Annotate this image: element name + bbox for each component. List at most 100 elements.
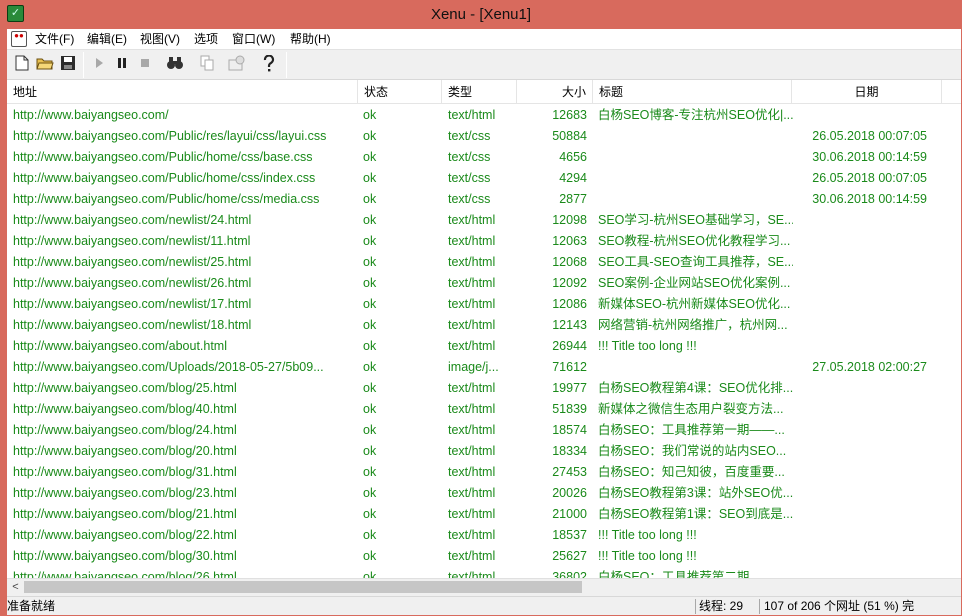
cell-status: ok	[363, 570, 377, 578]
title-bar[interactable]: ✓ Xenu - [Xenu1]	[0, 0, 962, 29]
table-row[interactable]: http://www.baiyangseo.com/newlist/17.htm…	[7, 294, 961, 315]
cell-date	[797, 525, 927, 546]
menu-view[interactable]: 视图(V)	[138, 29, 182, 50]
cell-type: text/html	[448, 486, 496, 500]
pause-icon[interactable]	[112, 55, 132, 75]
cell-title	[598, 126, 793, 147]
menu-edit[interactable]: 编辑(E)	[85, 29, 129, 50]
table-row[interactable]: http://www.baiyangseo.com/blog/25.html ok…	[7, 378, 961, 399]
column-header-filler	[942, 80, 961, 104]
cell-date: 30.06.2018 00:14:59	[812, 192, 927, 206]
cell-size: 26944	[552, 339, 587, 353]
table-row[interactable]: http://www.baiyangseo.com/about.html ok te…	[7, 336, 961, 357]
table-row[interactable]: http://www.baiyangseo.com/Public/res/lay…	[7, 126, 961, 147]
cell-status: ok	[363, 381, 377, 395]
cell-status: ok	[363, 255, 377, 269]
help-question-icon[interactable]	[259, 54, 279, 75]
cell-url: http://www.baiyangseo.com/newlist/25.htm…	[13, 255, 252, 269]
cell-title: !!! Title too long !!!	[598, 528, 697, 542]
cell-title	[598, 189, 793, 210]
cell-type: text/html	[448, 297, 496, 311]
cell-size: 36802	[552, 570, 587, 578]
status-divider	[695, 599, 696, 614]
cell-status: ok	[363, 360, 377, 374]
cell-date	[797, 462, 927, 483]
toolbar	[7, 50, 961, 80]
table-row[interactable]: http://www.baiyangseo.com/Public/home/cs…	[7, 189, 961, 210]
cell-title	[598, 357, 793, 378]
results-table: 地址 状态 类型 大小 标题 日期 http://www.baiyangseo.…	[7, 80, 961, 578]
cell-type: text/css	[448, 171, 491, 185]
table-row[interactable]: http://www.baiyangseo.com/blog/21.html ok…	[7, 504, 961, 525]
table-row[interactable]: http://www.baiyangseo.com/blog/22.html ok…	[7, 525, 961, 546]
new-file-icon[interactable]	[12, 55, 32, 75]
cell-size: 51839	[552, 402, 587, 416]
save-disk-icon[interactable]	[58, 55, 78, 75]
column-header-url[interactable]: 地址	[7, 80, 358, 104]
stop-icon[interactable]	[135, 55, 155, 75]
cell-title: 新媒体SEO-杭州新媒体SEO优化...	[598, 297, 791, 311]
cell-url: http://www.baiyangseo.com/blog/31.html	[13, 465, 237, 479]
table-row[interactable]: http://www.baiyangseo.com/blog/26.html ok…	[7, 567, 961, 578]
cell-title: 白杨SEO：知己知彼，百度重要...	[598, 465, 785, 479]
table-row[interactable]: http://www.baiyangseo.com/blog/20.html ok…	[7, 441, 961, 462]
table-row[interactable]: http://www.baiyangseo.com/newlist/25.htm…	[7, 252, 961, 273]
properties-icon[interactable]	[227, 55, 247, 75]
cell-type: text/html	[448, 528, 496, 542]
scrollbar-thumb[interactable]	[24, 581, 582, 593]
column-header-title[interactable]: 标题	[593, 80, 792, 104]
cell-status: ok	[363, 444, 377, 458]
table-row[interactable]: http://www.baiyangseo.com/blog/23.html ok…	[7, 483, 961, 504]
cell-url: http://www.baiyangseo.com/newlist/24.htm…	[13, 213, 252, 227]
menu-file[interactable]: 文件(F)	[33, 29, 76, 50]
cell-url: http://www.baiyangseo.com/blog/26.html	[13, 570, 237, 578]
menu-window[interactable]: 窗口(W)	[230, 29, 277, 50]
horizontal-scrollbar[interactable]: <	[7, 578, 961, 595]
table-row[interactable]: http://www.baiyangseo.com/blog/31.html ok…	[7, 462, 961, 483]
cell-url: http://www.baiyangseo.com/blog/21.html	[13, 507, 237, 521]
cell-status: ok	[363, 318, 377, 332]
table-row[interactable]: http://www.baiyangseo.com/newlist/11.htm…	[7, 231, 961, 252]
cell-title: 白杨SEO：我们常说的站内SEO...	[598, 444, 787, 458]
table-row[interactable]: http://www.baiyangseo.com/blog/30.html ok…	[7, 546, 961, 567]
table-row[interactable]: http://www.baiyangseo.com/ok text/html 126…	[7, 105, 961, 126]
play-icon[interactable]	[89, 55, 109, 75]
cell-date	[797, 441, 927, 462]
cell-size: 71612	[552, 360, 587, 374]
cell-title: 新媒体之微信生态用户裂变方法...	[598, 402, 784, 416]
table-row[interactable]: http://www.baiyangseo.com/newlist/18.htm…	[7, 315, 961, 336]
cell-date: 26.05.2018 00:07:05	[812, 129, 927, 143]
column-header-size[interactable]: 大小	[517, 80, 593, 104]
table-row[interactable]: http://www.baiyangseo.com/Public/home/cs…	[7, 147, 961, 168]
copy-icon[interactable]	[197, 55, 217, 75]
cell-type: text/html	[448, 255, 496, 269]
cell-url: http://www.baiyangseo.com/newlist/18.htm…	[13, 318, 252, 332]
menu-help[interactable]: 帮助(H)	[288, 29, 333, 50]
window-title: Xenu - [Xenu1]	[430, 6, 532, 23]
cell-title: 白杨SEO教程第3课：站外SEO优...	[598, 486, 793, 500]
cell-date	[797, 210, 927, 231]
table-row[interactable]: http://www.baiyangseo.com/blog/40.html ok…	[7, 399, 961, 420]
table-row[interactable]: http://www.baiyangseo.com/newlist/26.htm…	[7, 273, 961, 294]
table-row[interactable]: http://www.baiyangseo.com/Public/home/cs…	[7, 168, 961, 189]
column-header-status[interactable]: 状态	[358, 80, 442, 104]
table-row[interactable]: http://www.baiyangseo.com/newlist/24.htm…	[7, 210, 961, 231]
menu-options[interactable]: 选项	[192, 29, 220, 50]
cell-size: 4294	[559, 171, 587, 185]
chevron-left-icon[interactable]: <	[7, 579, 24, 596]
cell-url: http://www.baiyangseo.com/blog/40.html	[13, 402, 237, 416]
cell-title	[598, 147, 793, 168]
cell-type: text/html	[448, 444, 496, 458]
cell-size: 25627	[552, 549, 587, 563]
open-folder-icon[interactable]	[35, 55, 55, 75]
column-header-date[interactable]: 日期	[792, 80, 942, 104]
binoculars-find-icon[interactable]	[165, 55, 185, 75]
table-row[interactable]: http://www.baiyangseo.com/Uploads/2018-0…	[7, 357, 961, 378]
table-row[interactable]: http://www.baiyangseo.com/blog/24.html ok…	[7, 420, 961, 441]
cell-title: 白杨SEO教程第1课：SEO到底是...	[598, 507, 793, 521]
cell-status: ok	[363, 150, 377, 164]
cell-size: 50884	[552, 129, 587, 143]
column-header-type[interactable]: 类型	[442, 80, 517, 104]
cell-title: 网络营销-杭州网络推广，杭州网...	[598, 318, 788, 332]
document-menu-icon[interactable]: ●●	[11, 31, 27, 47]
